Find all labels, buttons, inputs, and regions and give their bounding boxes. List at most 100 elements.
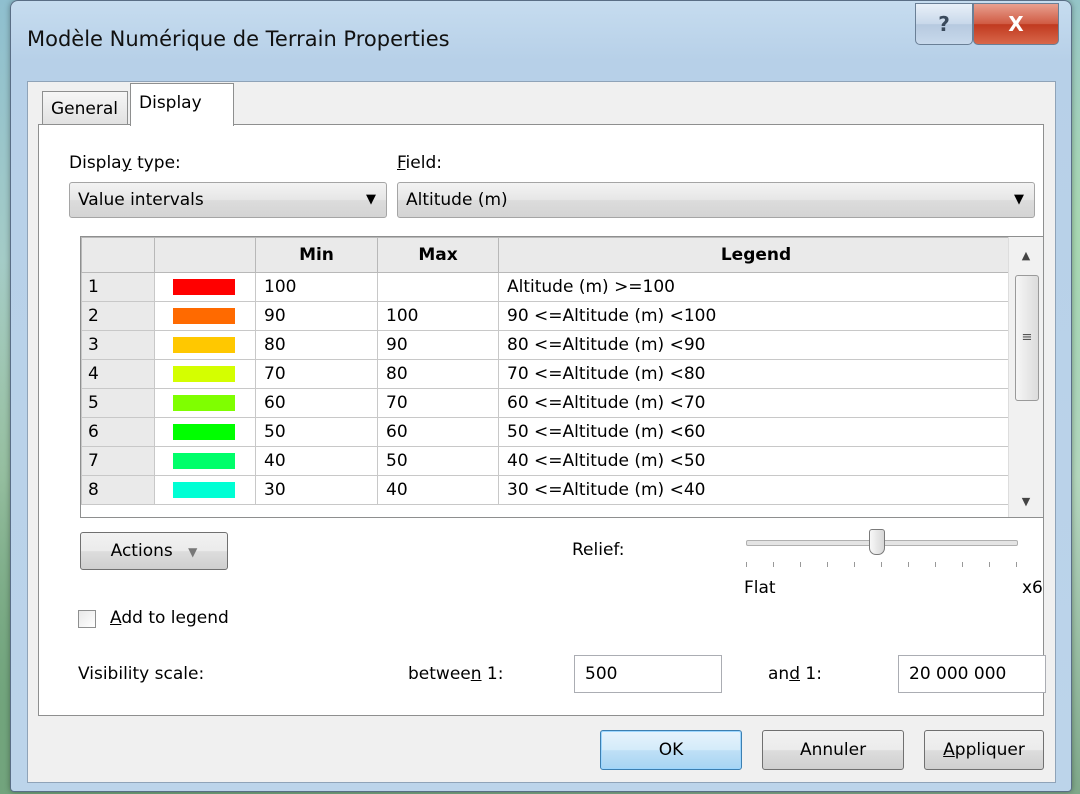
slider-tick — [962, 562, 963, 567]
min-cell[interactable]: 40 — [255, 446, 378, 476]
table-header-row: Min Max Legend — [81, 237, 1014, 273]
visibility-scale-label: Visibility scale: — [78, 664, 205, 684]
relief-label: Relief: — [572, 540, 625, 560]
close-button[interactable]: X — [973, 3, 1059, 45]
min-cell[interactable]: 60 — [255, 388, 378, 418]
column-header-legend[interactable]: Legend — [498, 237, 1014, 273]
chevron-down-icon: ▼ — [1014, 192, 1024, 207]
column-header-color[interactable] — [154, 237, 256, 273]
tab-display[interactable]: Display — [130, 83, 234, 126]
slider-tick — [881, 562, 882, 567]
slider-tick — [773, 562, 774, 567]
color-cell[interactable] — [154, 359, 256, 389]
color-cell[interactable] — [154, 330, 256, 360]
add-to-legend-checkbox[interactable] — [78, 610, 96, 628]
color-cell[interactable] — [154, 475, 256, 505]
legend-cell[interactable]: 30 <=Altitude (m) <40 — [498, 475, 1014, 505]
slider-tick — [854, 562, 855, 567]
relief-min-label: Flat — [744, 578, 776, 598]
color-cell[interactable] — [154, 417, 256, 447]
legend-cell[interactable]: 90 <=Altitude (m) <100 — [498, 301, 1014, 331]
table-row[interactable]: 7 40 50 40 <=Altitude (m) <50 — [81, 446, 1014, 476]
and-label: and 1: — [768, 664, 822, 684]
min-cell[interactable]: 90 — [255, 301, 378, 331]
slider-tick — [746, 562, 747, 567]
row-number: 3 — [81, 330, 155, 360]
min-cell[interactable]: 70 — [255, 359, 378, 389]
display-type-dropdown[interactable]: Value intervals ▼ — [69, 182, 387, 218]
max-cell[interactable]: 90 — [377, 330, 499, 360]
table-row[interactable]: 8 30 40 30 <=Altitude (m) <40 — [81, 475, 1014, 505]
chevron-down-icon: ▼ — [366, 192, 376, 207]
color-cell[interactable] — [154, 388, 256, 418]
color-swatch[interactable] — [173, 424, 235, 440]
field-label: Field: — [397, 153, 442, 173]
legend-cell[interactable]: 50 <=Altitude (m) <60 — [498, 417, 1014, 447]
max-cell[interactable]: 60 — [377, 417, 499, 447]
min-cell[interactable]: 80 — [255, 330, 378, 360]
slider-tick — [1016, 562, 1017, 567]
title-bar[interactable]: Modèle Numérique de Terrain Properties ?… — [11, 1, 1071, 81]
table-row[interactable]: 1 100 Altitude (m) >=100 — [81, 272, 1014, 302]
max-cell[interactable]: 50 — [377, 446, 499, 476]
legend-cell[interactable]: Altitude (m) >=100 — [498, 272, 1014, 302]
table-row[interactable]: 4 70 80 70 <=Altitude (m) <80 — [81, 359, 1014, 389]
min-cell[interactable]: 30 — [255, 475, 378, 505]
row-number: 1 — [81, 272, 155, 302]
between-label: between 1: — [408, 664, 504, 684]
color-cell[interactable] — [154, 301, 256, 331]
relief-max-label: x6 — [1022, 578, 1043, 598]
intervals-table[interactable]: Min Max Legend 1 100 Altitude (m) >=100 2 90… — [80, 236, 1044, 518]
color-swatch[interactable] — [173, 453, 235, 469]
legend-cell[interactable]: 40 <=Altitude (m) <50 — [498, 446, 1014, 476]
table-row[interactable]: 5 60 70 60 <=Altitude (m) <70 — [81, 388, 1014, 418]
window-title: Modèle Numérique de Terrain Properties — [27, 27, 450, 51]
column-header-min[interactable]: Min — [255, 237, 378, 273]
tab-general[interactable]: General — [42, 91, 128, 126]
column-header-max[interactable]: Max — [377, 237, 499, 273]
and-scale-input[interactable]: 20 000 000 — [898, 655, 1046, 693]
actions-button-label: Actions — [110, 541, 173, 561]
color-swatch[interactable] — [173, 482, 235, 498]
table-row[interactable]: 2 90 100 90 <=Altitude (m) <100 — [81, 301, 1014, 331]
scroll-down-arrow-icon[interactable]: ▼ — [1009, 487, 1043, 517]
table-row[interactable]: 6 50 60 50 <=Altitude (m) <60 — [81, 417, 1014, 447]
scroll-up-arrow-icon[interactable]: ▲ — [1009, 241, 1043, 271]
max-cell[interactable]: 80 — [377, 359, 499, 389]
apply-button[interactable]: Appliquer — [924, 730, 1044, 770]
legend-cell[interactable]: 80 <=Altitude (m) <90 — [498, 330, 1014, 360]
dropdown-arrow-icon: ▼ — [188, 545, 198, 559]
row-number: 5 — [81, 388, 155, 418]
max-cell[interactable]: 100 — [377, 301, 499, 331]
row-number: 4 — [81, 359, 155, 389]
field-dropdown[interactable]: Altitude (m) ▼ — [397, 182, 1035, 218]
add-to-legend-label[interactable]: Add to legend — [110, 608, 229, 628]
max-cell[interactable] — [377, 272, 499, 302]
column-header-number[interactable] — [81, 237, 155, 273]
max-cell[interactable]: 40 — [377, 475, 499, 505]
color-swatch[interactable] — [173, 279, 235, 295]
legend-cell[interactable]: 60 <=Altitude (m) <70 — [498, 388, 1014, 418]
color-swatch[interactable] — [173, 337, 235, 353]
cancel-button[interactable]: Annuler — [762, 730, 904, 770]
color-cell[interactable] — [154, 446, 256, 476]
dialog-client-area: General Display Display type: Value inte… — [27, 81, 1056, 783]
max-cell[interactable]: 70 — [377, 388, 499, 418]
table-row[interactable]: 3 80 90 80 <=Altitude (m) <90 — [81, 330, 1014, 360]
between-scale-input[interactable]: 500 — [574, 655, 722, 693]
min-cell[interactable]: 50 — [255, 417, 378, 447]
min-cell[interactable]: 100 — [255, 272, 378, 302]
color-swatch[interactable] — [173, 366, 235, 382]
legend-cell[interactable]: 70 <=Altitude (m) <80 — [498, 359, 1014, 389]
actions-button[interactable]: Actions ▼ — [80, 532, 228, 570]
display-type-value: Value intervals — [78, 190, 204, 210]
help-button[interactable]: ? — [915, 3, 973, 45]
relief-slider-thumb[interactable] — [869, 529, 885, 555]
color-swatch[interactable] — [173, 395, 235, 411]
slider-tick — [989, 562, 990, 567]
color-swatch[interactable] — [173, 308, 235, 324]
color-cell[interactable] — [154, 272, 256, 302]
ok-button[interactable]: OK — [600, 730, 742, 770]
scroll-thumb[interactable]: ≡ — [1015, 275, 1039, 401]
table-scrollbar[interactable]: ▲ ≡ ▼ — [1008, 237, 1043, 517]
